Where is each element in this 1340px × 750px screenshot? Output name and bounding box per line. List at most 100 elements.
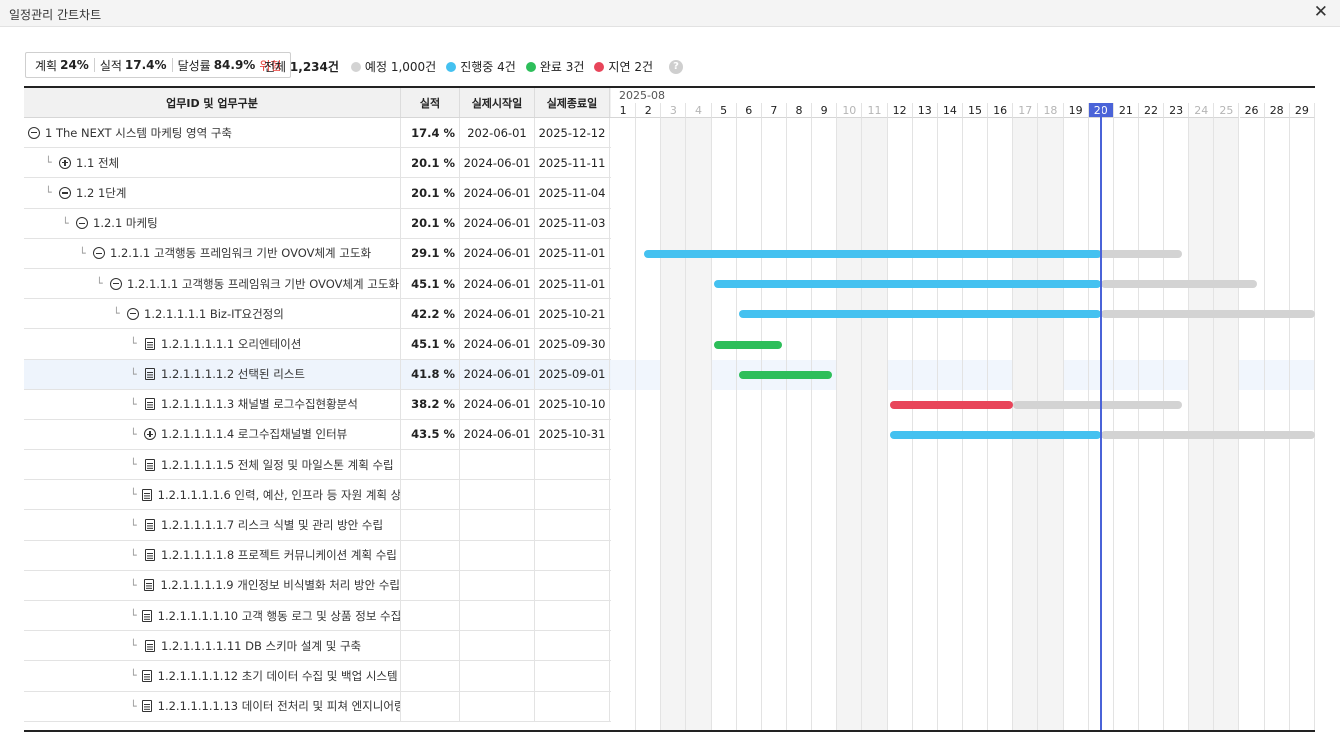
table-row[interactable]: └ 1.2.1.1.1.1.4 로그수집채널별 인터뷰 43.5 % 2024-06-… xyxy=(24,419,611,451)
end-date-cell: 2025-11-03 xyxy=(535,208,610,238)
gantt-bar-progress[interactable] xyxy=(714,280,1102,289)
gantt-bar-planned[interactable] xyxy=(1101,280,1258,289)
end-date-cell xyxy=(535,631,610,661)
expand-icon[interactable] xyxy=(144,428,156,441)
actual-cell xyxy=(401,510,460,540)
task-cell: └ 1.2.1.1.1.1.2 선택된 리스트 xyxy=(24,359,401,389)
end-date-cell xyxy=(535,570,610,600)
day-column xyxy=(1214,118,1240,730)
collapse-icon[interactable] xyxy=(28,126,40,139)
end-date-cell: 2025-11-01 xyxy=(535,238,610,268)
day-column xyxy=(1189,118,1215,730)
table-row[interactable]: └ 1.2.1.1.1.1.9 개인정보 비식별화 처리 방안 수립 xyxy=(24,570,611,601)
col-header-end[interactable]: 실제종료일 xyxy=(535,88,610,117)
start-date-cell: 2024-06-01 xyxy=(460,268,535,299)
end-date-cell: 2025-11-04 xyxy=(535,178,610,208)
gantt-bar-progress[interactable] xyxy=(739,310,1102,319)
expand-icon[interactable] xyxy=(59,156,71,169)
col-header-task[interactable]: 업무ID 및 업무구분 xyxy=(24,88,401,117)
task-cell: └ 1.2.1.1.1.1.10 고객 행동 로그 및 상품 정보 수집 xyxy=(24,601,401,631)
start-date-cell: 2024-06-01 xyxy=(460,419,535,450)
actual-value: 17.4% xyxy=(124,58,167,72)
day-header: 1 xyxy=(611,103,637,118)
dot-icon xyxy=(525,61,536,72)
table-row[interactable]: └ 1.2.1.1.1 고객행동 프레임워크 기반 OVOV체계 고도화 45.1 … xyxy=(24,268,611,300)
actual-label: 실적 xyxy=(99,58,122,73)
table-row[interactable]: └ 1.2.1.1 고객행동 프레임워크 기반 OVOV체계 고도화 29.1 % 2… xyxy=(24,238,611,269)
collapse-icon[interactable] xyxy=(110,277,122,290)
actual-cell: 20.1 % xyxy=(401,148,460,178)
task-label: 1.2.1.1.1.1.12 초기 데이터 수집 및 백업 시스템 구축 xyxy=(157,668,401,683)
day-header: 17 xyxy=(1013,103,1039,118)
table-row[interactable]: └ 1.2.1.1.1.1.13 데이터 전처리 및 피쳐 엔지니어링 수행 xyxy=(24,691,611,722)
table-row[interactable]: └ 1.2.1.1.1.1.10 고객 행동 로그 및 상품 정보 수집 xyxy=(24,601,611,632)
day-column xyxy=(1064,118,1089,730)
table-row[interactable]: 1 The NEXT 시스템 마케팅 영역 구축 17.4 % 202-06-01 2… xyxy=(24,118,611,149)
task-cell: └ 1.2.1 마케팅 xyxy=(24,208,401,238)
collapse-icon[interactable] xyxy=(93,247,105,260)
gantt-bar-delay[interactable] xyxy=(890,400,1014,409)
collapse-icon[interactable] xyxy=(76,217,88,230)
collapse-icon[interactable] xyxy=(127,307,139,320)
gantt-bar-planned[interactable] xyxy=(1013,400,1182,409)
table-row[interactable]: └ 1.2.1.1.1.1.11 DB 스키마 설계 및 구축 xyxy=(24,631,611,662)
day-header: 12 xyxy=(887,103,913,118)
total-count: 전체 1,234건 xyxy=(264,58,339,75)
document-icon xyxy=(145,519,155,532)
table-row[interactable]: └ 1.2.1.1.1.1.12 초기 데이터 수집 및 백업 시스템 구축 xyxy=(24,661,611,692)
actual-cell xyxy=(401,540,460,570)
gantt-bar-done[interactable] xyxy=(714,340,782,349)
window-title: 일정관리 간트차트 xyxy=(9,8,102,22)
col-header-actual[interactable]: 실적 xyxy=(401,88,460,117)
table-row[interactable]: └ 1.2.1.1.1.1.2 선택된 리스트 41.8 % 2024-06-01 20… xyxy=(24,359,611,390)
help-icon[interactable]: ? xyxy=(669,59,683,74)
actual-cell: 20.1 % xyxy=(401,208,460,238)
start-date-cell: 2024-06-01 xyxy=(460,299,535,329)
rate-label: 달성률 xyxy=(177,58,211,73)
tree-branch-icon: └ xyxy=(130,669,137,683)
gantt-bar-planned[interactable] xyxy=(1101,310,1315,319)
table-row[interactable]: └ 1.2.1.1.1.1 Biz-IT요건정의 42.2 % 2024-06-01 2… xyxy=(24,299,611,330)
task-label: 1.2.1.1.1.1.7 리스크 식별 및 관리 방안 수립 xyxy=(161,518,384,533)
table-row[interactable]: └ 1.2.1.1.1.1.6 인력, 예산, 인프라 등 자원 계획 상세 수립 xyxy=(24,480,611,511)
table-row[interactable]: └ 1.2.1 마케팅 20.1 % 2024-06-01 2025-11-03 xyxy=(24,208,611,239)
task-label: 1.2 1단계 xyxy=(76,185,127,200)
table-row[interactable]: └ 1.1 전체 20.1 % 2024-06-01 2025-11-11 xyxy=(24,148,611,179)
actual-cell: 17.4 % xyxy=(401,118,460,148)
gantt-bar-progress[interactable] xyxy=(643,249,1102,258)
legend-item-in-progress: 진행중 4건 xyxy=(446,58,516,75)
table-row[interactable]: └ 1.2.1.1.1.1.7 리스크 식별 및 관리 방안 수립 xyxy=(24,510,611,541)
task-label: 1.2.1.1.1.1.2 선택된 리스트 xyxy=(161,367,305,382)
day-header: 7 xyxy=(761,103,787,118)
end-date-cell: 2025-12-12 xyxy=(535,118,610,148)
actual-cell xyxy=(401,480,460,510)
task-cell: 1 The NEXT 시스템 마케팅 영역 구축 xyxy=(24,118,401,148)
document-icon xyxy=(141,700,152,713)
start-date-cell: 2024-06-01 xyxy=(460,148,535,178)
table-row[interactable]: └ 1.2.1.1.1.1.5 전체 일정 및 마일스톤 계획 수립 xyxy=(24,450,611,481)
table-row[interactable]: └ 1.2.1.1.1.1.1 오리엔테이션 45.1 % 2024-06-01 202… xyxy=(24,329,611,360)
end-date-cell xyxy=(535,510,610,540)
table-row[interactable]: └ 1.2 1단계 20.1 % 2024-06-01 2025-11-04 xyxy=(24,178,611,209)
task-cell: └ 1.2.1.1 고객행동 프레임워크 기반 OVOV체계 고도화 xyxy=(24,238,401,268)
close-icon[interactable]: ✕ xyxy=(1314,3,1328,21)
collapse-icon[interactable] xyxy=(59,186,71,199)
day-column xyxy=(1164,118,1190,730)
legend-item-delayed: 지연 2건 xyxy=(594,58,653,75)
col-header-start[interactable]: 실제시작일 xyxy=(460,88,535,117)
table-row[interactable]: └ 1.2.1.1.1.1.8 프로젝트 커뮤니케이션 계획 수립 xyxy=(24,540,611,571)
document-icon xyxy=(145,398,155,411)
end-date-cell: 2025-09-30 xyxy=(535,329,610,359)
end-date-cell xyxy=(535,661,610,691)
day-header: 15 xyxy=(962,103,989,118)
end-date-cell xyxy=(535,540,610,570)
day-header: 16 xyxy=(988,103,1014,118)
gantt-bar-planned[interactable] xyxy=(1101,431,1315,440)
task-label: 1.2.1 마케팅 xyxy=(93,216,158,231)
table-row[interactable]: └ 1.2.1.1.1.1.3 채널별 로그수집현황분석 38.2 % 2024-06… xyxy=(24,389,611,420)
total-value: 1,234건 xyxy=(289,60,339,74)
task-label: 1.2.1.1.1.1.1 오리엔테이션 xyxy=(161,336,302,351)
gantt-bar-done[interactable] xyxy=(739,370,833,379)
gantt-bar-progress[interactable] xyxy=(890,431,1102,440)
day-header: 28 xyxy=(1264,103,1290,118)
